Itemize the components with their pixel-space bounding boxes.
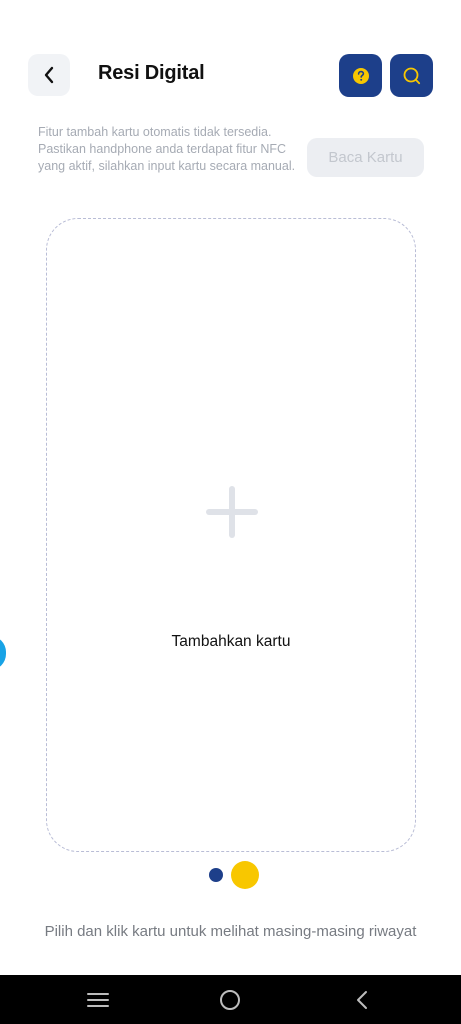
page-title: Resi Digital: [98, 62, 205, 84]
home-icon: [220, 989, 240, 1010]
chevron-left-icon: [44, 66, 54, 84]
back-button[interactable]: [28, 54, 70, 96]
pagination-dot-2-active[interactable]: [231, 861, 259, 889]
system-navigation-bar: [0, 975, 461, 1024]
recent-apps-button[interactable]: [70, 975, 126, 1024]
read-card-button[interactable]: Baca Kartu: [307, 138, 424, 177]
home-button[interactable]: [202, 975, 258, 1024]
back-icon: [357, 990, 367, 1009]
question-circle-icon: [352, 67, 369, 84]
pagination-dot-1[interactable]: [209, 868, 223, 882]
system-back-button[interactable]: [334, 975, 390, 1024]
add-card-tile[interactable]: Tambahkan kartu: [46, 218, 416, 852]
card-hint-text: Pilih dan klik kartu untuk melihat masin…: [44, 923, 417, 940]
add-card-label: Tambahkan kartu: [171, 633, 291, 650]
search-button[interactable]: [390, 54, 433, 97]
floating-handle[interactable]: [0, 636, 6, 670]
nfc-notice-text: Fitur tambah kartu otomatis tidak tersed…: [38, 125, 296, 173]
search-icon: [403, 67, 420, 84]
help-button[interactable]: [339, 54, 382, 97]
plus-icon: [206, 486, 258, 538]
recent-apps-icon: [87, 992, 109, 1007]
